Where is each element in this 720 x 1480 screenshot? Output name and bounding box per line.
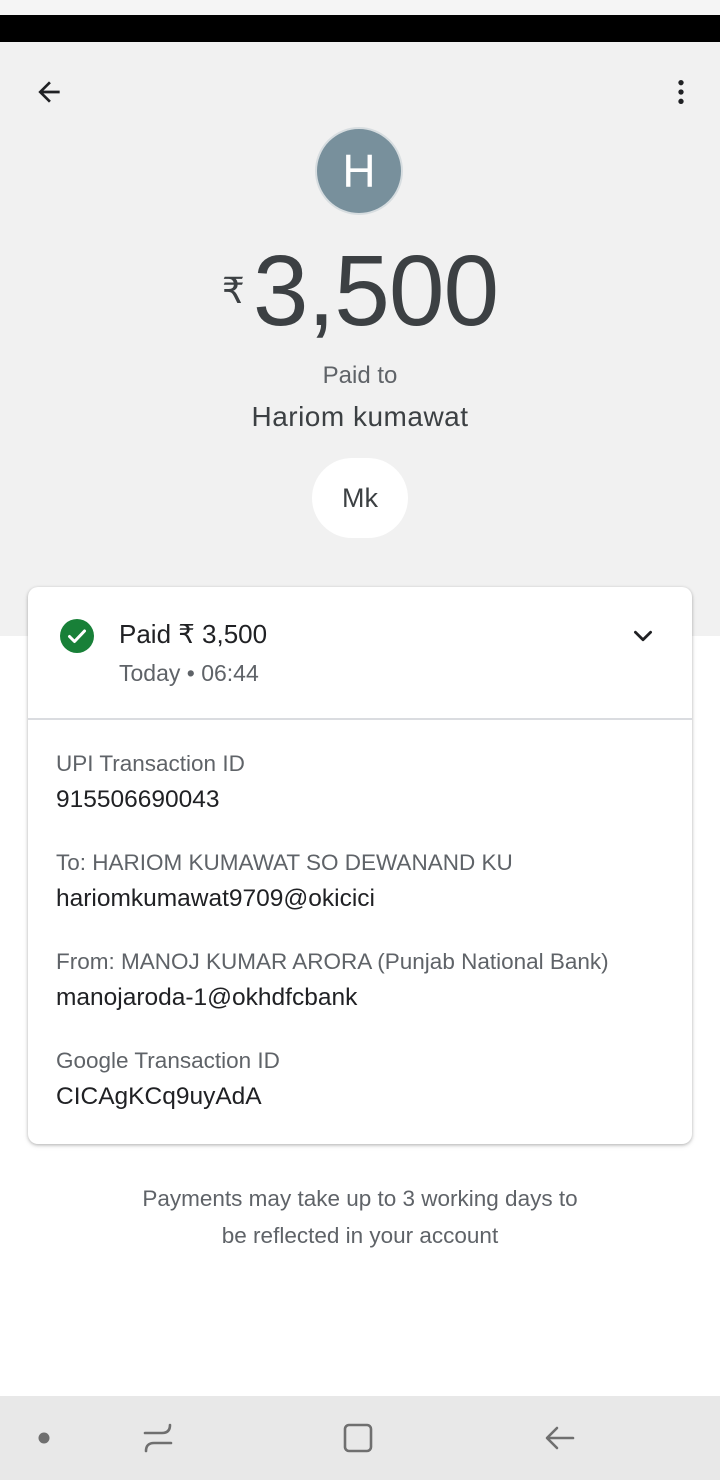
- top-strip: [0, 0, 720, 15]
- more-vertical-icon: [678, 80, 684, 104]
- status-time: Today • 06:44: [119, 660, 259, 686]
- chevron-down-icon: [634, 630, 652, 642]
- payment-amount: ₹ 3,500: [0, 236, 720, 346]
- google-transaction-id-label: Google Transaction ID: [56, 1048, 280, 1073]
- check-circle-icon: [60, 619, 94, 653]
- transaction-details-card: Paid ₹ 3,500 Today • 06:44 UPI Transacti…: [28, 587, 692, 1144]
- nav-back-button[interactable]: [528, 1396, 592, 1480]
- card-divider: [28, 718, 692, 720]
- status-header[interactable]: Paid ₹ 3,500 Today • 06:44: [28, 587, 692, 718]
- paid-to-label: Paid to: [322, 362, 398, 389]
- payee-name: Hariom kumawat: [251, 401, 469, 432]
- recipient-upi-id: hariomkumawat9709@okicici: [56, 885, 376, 912]
- back-icon: [545, 1426, 575, 1450]
- upi-transaction-id-label: UPI Transaction ID: [56, 751, 245, 776]
- upi-transaction-id-value: 915506690043: [56, 786, 220, 813]
- nav-recents-button[interactable]: [126, 1396, 190, 1480]
- payment-note: Mk: [342, 482, 378, 513]
- processing-note-line-2: be reflected in your account: [221, 1223, 499, 1248]
- status-title: Paid ₹ 3,500: [119, 619, 268, 649]
- sender-upi-id: manojaroda-1@okhdfcbank: [56, 984, 358, 1011]
- currency-symbol: ₹: [221, 270, 245, 311]
- arrow-left-icon: [38, 81, 60, 103]
- payee-avatar: H: [315, 127, 403, 215]
- more-options-button[interactable]: [656, 70, 706, 114]
- status-bar: [0, 15, 720, 42]
- processing-note: Payments may take up to 3 working days t…: [0, 1180, 720, 1254]
- back-button[interactable]: [24, 70, 74, 114]
- amount-value: 3,500: [252, 235, 499, 347]
- sender-label: From: MANOJ KUMAR ARORA (Punjab National…: [56, 949, 609, 974]
- avatar-initial: H: [342, 145, 376, 197]
- nav-dot-button[interactable]: [14, 1396, 74, 1480]
- nav-home-button[interactable]: [326, 1396, 390, 1480]
- processing-note-line-1: Payments may take up to 3 working days t…: [142, 1186, 578, 1211]
- expand-toggle[interactable]: [628, 623, 658, 649]
- recents-icon: [143, 1423, 173, 1453]
- payment-note-chip: Mk: [312, 458, 408, 538]
- dot-icon: [38, 1432, 50, 1444]
- home-icon: [343, 1423, 373, 1453]
- google-transaction-id-value: CICAgKCq9uyAdA: [56, 1083, 262, 1110]
- recipient-label: To: HARIOM KUMAWAT SO DEWANAND KU: [56, 850, 513, 875]
